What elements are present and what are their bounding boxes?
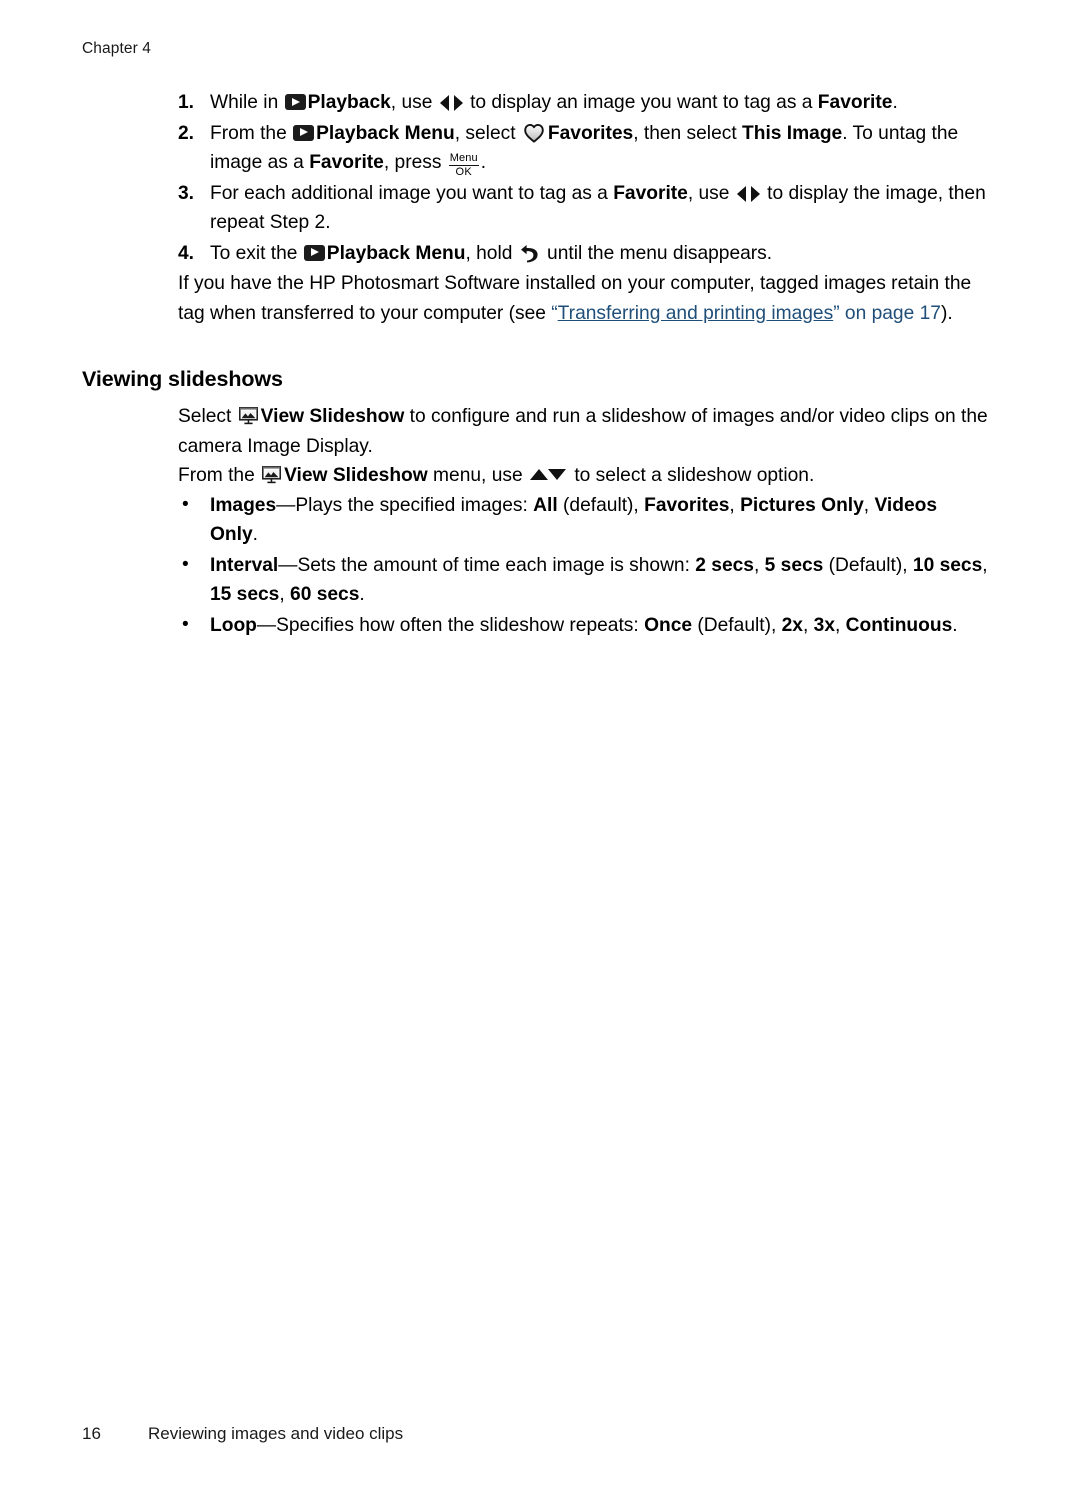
- list-item: 4. To exit the Playback Menu, hold until…: [178, 239, 990, 269]
- chapter-header: Chapter 4: [82, 40, 151, 57]
- option-note: .: [252, 524, 258, 545]
- close-quote: ”: [833, 302, 840, 324]
- option-description: Plays the specified images:: [295, 494, 534, 516]
- note-paragraph: If you have the HP Photosmart Software i…: [178, 269, 990, 328]
- option-term: Loop: [210, 614, 257, 636]
- bullet-text: Loop—Specifies how often the slideshow r…: [210, 615, 958, 636]
- playback-icon: [303, 244, 325, 261]
- footer-title: Reviewing images and video clips: [148, 1424, 404, 1443]
- slideshow-icon: [262, 464, 282, 484]
- list-item: 3. For each additional image you want to…: [178, 179, 990, 238]
- bullet-marker: •: [182, 553, 189, 575]
- option-value: All: [533, 494, 558, 516]
- slideshow-section-block: Select View Slideshow to configure and r…: [178, 402, 990, 641]
- menu-ok-button-icon: Menu OK: [448, 152, 479, 178]
- note-tail-text: ).: [940, 302, 953, 324]
- option-value: Continuous: [845, 614, 953, 636]
- step-text: For each additional image you want to ta…: [210, 182, 986, 234]
- option-term: Interval: [210, 554, 279, 576]
- step-number: 4.: [178, 242, 195, 264]
- em-dash: —: [256, 614, 277, 636]
- list-item: • Loop—Specifies how often the slideshow…: [178, 611, 990, 641]
- option-value: 2 secs: [695, 554, 754, 576]
- slideshow-icon: [238, 405, 258, 425]
- option-value: Pictures Only: [740, 494, 864, 516]
- step-number: 1.: [178, 92, 195, 113]
- left-right-arrows-icon: [736, 185, 760, 202]
- em-dash: —: [276, 494, 296, 516]
- option-value: 60 secs: [290, 584, 360, 605]
- option-note: (Default),: [692, 614, 782, 636]
- menu-ok-bottom-label: OK: [455, 166, 472, 178]
- slideshow-menu-paragraph: From the View Slideshow menu, use to sel…: [178, 464, 815, 486]
- cross-reference-page-link[interactable]: on page 17: [845, 303, 941, 324]
- option-note: ,: [863, 494, 875, 516]
- list-item: 2. From the Playback Menu, select Favori…: [178, 119, 990, 178]
- playback-icon: [293, 124, 315, 141]
- option-note: (Default),: [823, 554, 913, 576]
- option-value: 2x: [781, 614, 803, 636]
- step-text: To exit the Playback Menu, hold until th…: [210, 242, 773, 264]
- step-text: While in Playback, use to display an ima…: [210, 92, 898, 113]
- footer-page-number: 16: [82, 1424, 101, 1443]
- document-page: Chapter 4 1. While in Playback, use to d…: [0, 0, 1080, 1495]
- step-number: 2.: [178, 122, 195, 144]
- option-description: Specifies how often the slideshow repeat…: [276, 614, 645, 636]
- option-note: ,: [802, 614, 814, 636]
- option-term: Images: [210, 494, 277, 516]
- slideshow-intro-paragraph: Select View Slideshow to configure and r…: [178, 405, 988, 457]
- option-description: Sets the amount of time each image is sh…: [297, 554, 696, 576]
- cross-reference-link[interactable]: Transferring and printing images: [558, 303, 834, 324]
- list-item: • Images—Plays the specified images: All…: [178, 491, 990, 550]
- list-item: • Interval—Sets the amount of time each …: [178, 551, 990, 610]
- option-value: 3x: [813, 614, 835, 636]
- back-arrow-icon: [520, 243, 540, 262]
- option-value: 10 secs: [912, 554, 983, 576]
- slideshow-option-list: • Images—Plays the specified images: All…: [178, 491, 990, 641]
- page-title: Viewing slideshows: [82, 367, 283, 391]
- page-footer: 16 Reviewing images and video clips: [82, 1424, 403, 1444]
- bullet-marker: •: [182, 613, 189, 635]
- option-value: 5 secs: [764, 554, 824, 576]
- option-note: (default),: [557, 494, 645, 516]
- option-note: .: [359, 584, 365, 605]
- option-value: 15 secs: [210, 584, 280, 605]
- option-note: ,: [753, 554, 765, 576]
- bullet-marker: •: [182, 493, 189, 515]
- em-dash: —: [278, 554, 298, 576]
- bullet-text: Images—Plays the specified images: All (…: [210, 495, 937, 546]
- list-item: 1. While in Playback, use to display an …: [178, 88, 990, 118]
- bullet-text: Interval—Sets the amount of time each im…: [210, 555, 988, 606]
- step-text: From the Playback Menu, select Favorites…: [210, 122, 959, 178]
- option-value: Favorites: [644, 494, 730, 516]
- menu-ok-top-label: Menu: [448, 152, 479, 166]
- numbered-step-list: 1. While in Playback, use to display an …: [178, 88, 990, 268]
- option-note: .: [952, 614, 958, 636]
- heart-favorites-icon: [523, 123, 545, 143]
- option-note: ,: [835, 614, 846, 636]
- option-note: ,: [982, 554, 988, 576]
- up-down-arrows-icon: [529, 467, 567, 484]
- numbered-steps-block: 1. While in Playback, use to display an …: [178, 88, 990, 328]
- option-value: Once: [644, 614, 693, 636]
- left-right-arrows-icon: [439, 94, 463, 111]
- step-number: 3.: [178, 182, 195, 204]
- playback-icon: [284, 94, 306, 110]
- option-note: ,: [729, 494, 741, 516]
- option-note: ,: [279, 584, 291, 605]
